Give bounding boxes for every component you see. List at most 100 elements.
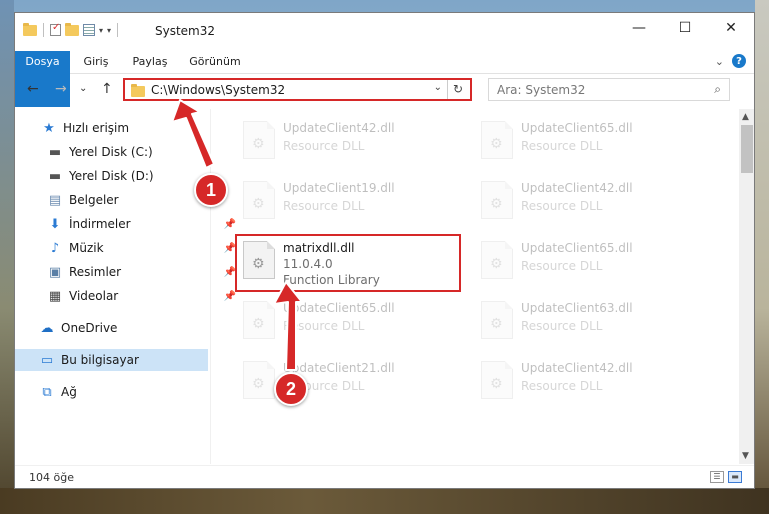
navigation-pane: ★ Hızlı erişim ▬ Yerel Disk (C:) ▬ Yerel… — [15, 109, 236, 464]
search-input[interactable]: Ara: System32 ⌕ — [488, 78, 730, 101]
view-toggle: ☰ ▬ — [710, 471, 742, 483]
sidebar-item-local-disk-c[interactable]: ▬ Yerel Disk (C:) — [15, 141, 240, 163]
music-icon: ♪ — [50, 240, 60, 256]
file-name: UpdateClient21.dll — [283, 361, 395, 375]
sidebar-item-quick-access[interactable]: ★ Hızlı erişim — [15, 117, 234, 139]
navigation-bar: ← → ⌄ ↑ C:\Windows\System32 ⌄ ↻ Ara: Sys… — [15, 75, 754, 105]
folder-icon — [23, 22, 37, 36]
file-name: UpdateClient42.dll — [283, 121, 395, 135]
desktop-background-left — [0, 0, 14, 514]
new-folder-icon[interactable] — [65, 22, 79, 36]
customize-toolbar-icon[interactable]: ▾ — [107, 26, 111, 35]
file-type: Resource DLL — [283, 319, 365, 333]
sidebar-item-pictures[interactable]: ▣ Resimler 📌 — [15, 261, 240, 283]
toolbar-dropdown-icon[interactable]: ▾ — [99, 26, 103, 35]
file-item[interactable]: UpdateClient65.dll Resource DLL — [235, 293, 459, 349]
star-icon: ★ — [43, 120, 55, 136]
details-view-icon[interactable]: ☰ — [710, 471, 724, 483]
sidebar-item-label: OneDrive — [61, 321, 118, 335]
tab-share[interactable]: Paylaş — [125, 51, 175, 73]
window-controls: — ☐ ✕ — [616, 13, 754, 43]
properties-icon[interactable] — [83, 24, 95, 36]
file-item[interactable]: UpdateClient19.dll Resource DLL — [235, 173, 459, 229]
tiles-view-icon[interactable]: ▬ — [728, 471, 742, 483]
file-type: Resource DLL — [283, 139, 365, 153]
sidebar-item-label: İndirmeler — [69, 217, 131, 231]
file-type: Resource DLL — [521, 379, 603, 393]
file-type: Resource DLL — [521, 259, 603, 273]
download-icon: ⬇ — [49, 216, 61, 232]
address-dropdown-icon[interactable]: ⌄ — [434, 82, 442, 93]
sidebar-item-label: Müzik — [69, 241, 104, 255]
address-path[interactable]: C:\Windows\System32 — [151, 83, 285, 97]
sidebar-item-music[interactable]: ♪ Müzik 📌 — [15, 237, 240, 259]
dll-file-icon — [243, 121, 275, 159]
scroll-thumb[interactable] — [741, 125, 753, 173]
dll-file-icon — [243, 301, 275, 339]
sidebar-item-downloads[interactable]: ⬇ İndirmeler 📌 — [15, 213, 240, 235]
file-name: UpdateClient65.dll — [283, 301, 395, 315]
dll-file-icon — [481, 121, 513, 159]
expand-ribbon-icon[interactable]: ⌄ — [715, 55, 724, 68]
dll-file-icon — [481, 361, 513, 399]
file-item[interactable]: UpdateClient65.dll Resource DLL — [473, 233, 697, 289]
file-name: UpdateClient65.dll — [521, 241, 633, 255]
file-item[interactable]: UpdateClient42.dll Resource DLL — [235, 113, 459, 169]
help-icon[interactable]: ? — [732, 54, 746, 68]
pictures-icon: ▣ — [48, 264, 62, 280]
documents-icon: ▤ — [48, 192, 62, 208]
maximize-button[interactable]: ☐ — [662, 13, 708, 43]
search-icon[interactable]: ⌕ — [714, 82, 721, 97]
drive-icon: ▬ — [48, 144, 62, 160]
back-icon[interactable]: ← — [27, 81, 39, 97]
sidebar-item-label: Yerel Disk (C:) — [69, 145, 153, 159]
up-icon[interactable]: ↑ — [101, 81, 113, 97]
scroll-up-icon[interactable]: ▲ — [742, 112, 749, 122]
computer-icon: ▭ — [40, 352, 54, 368]
item-count: 104 öğe — [29, 471, 74, 484]
file-item[interactable]: UpdateClient21.dll Resource DLL — [235, 353, 459, 409]
step-2-badge: 2 — [274, 372, 308, 406]
sidebar-item-this-pc[interactable]: ▭ Bu bilgisayar — [15, 349, 208, 371]
step-1-badge: 1 — [194, 173, 228, 207]
dll-file-icon — [481, 301, 513, 339]
vertical-scrollbar[interactable]: ▲ ▼ — [739, 109, 754, 464]
sidebar-item-label: Resimler — [69, 265, 122, 279]
sidebar-item-label: Ağ — [61, 385, 77, 399]
desktop-background-right — [755, 0, 769, 514]
ribbon-right-controls: ⌄ ? — [715, 54, 746, 68]
sidebar-item-label: Videolar — [69, 289, 119, 303]
scroll-down-icon[interactable]: ▼ — [742, 451, 749, 461]
file-name: UpdateClient19.dll — [283, 181, 395, 195]
file-name: UpdateClient42.dll — [521, 181, 633, 195]
sidebar-item-label: Bu bilgisayar — [61, 353, 139, 367]
sidebar-item-label: Belgeler — [69, 193, 119, 207]
file-name: UpdateClient65.dll — [521, 121, 633, 135]
file-highlight-box — [235, 234, 461, 292]
properties-check-icon[interactable] — [50, 22, 61, 36]
videos-icon: ▦ — [48, 288, 62, 304]
refresh-icon[interactable]: ↻ — [447, 80, 468, 99]
tab-home[interactable]: Giriş — [77, 51, 115, 73]
window-title: System32 — [155, 24, 216, 38]
status-bar: 104 öğe ☰ ▬ — [15, 465, 754, 488]
toolbar-separator — [117, 23, 119, 37]
file-item[interactable]: UpdateClient65.dll Resource DLL — [473, 113, 697, 169]
minimize-button[interactable]: — — [616, 13, 662, 43]
forward-icon[interactable]: → — [55, 81, 67, 97]
file-type: Resource DLL — [521, 199, 603, 213]
file-item[interactable]: UpdateClient63.dll Resource DLL — [473, 293, 697, 349]
tab-view[interactable]: Görünüm — [183, 51, 247, 73]
file-item[interactable]: UpdateClient42.dll Resource DLL — [473, 353, 697, 409]
close-button[interactable]: ✕ — [708, 13, 754, 43]
sidebar-item-videos[interactable]: ▦ Videolar 📌 — [15, 285, 240, 307]
file-item[interactable]: UpdateClient42.dll Resource DLL — [473, 173, 697, 229]
sidebar-item-onedrive[interactable]: ☁ OneDrive — [15, 317, 232, 339]
title-bar: ▾ ▾ System32 — ☐ ✕ — [15, 13, 754, 51]
file-type: Resource DLL — [521, 319, 603, 333]
sidebar-item-network[interactable]: ⧉ Ağ — [15, 381, 232, 403]
file-type: Resource DLL — [283, 199, 365, 213]
address-bar[interactable]: C:\Windows\System32 ⌄ ↻ — [123, 78, 472, 101]
recent-locations-icon[interactable]: ⌄ — [79, 83, 87, 94]
quick-access-toolbar: ▾ ▾ — [23, 22, 120, 37]
